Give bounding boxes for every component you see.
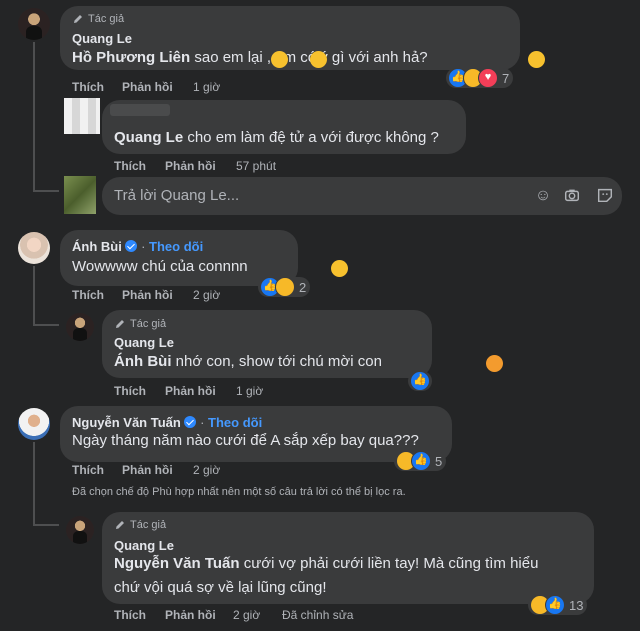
- timestamp[interactable]: 1 giờ: [193, 80, 220, 94]
- reply-text-line2: chứ vội quá sợ về lại lũng cũng!: [114, 579, 327, 596]
- grinning-emoji-icon: [527, 51, 545, 68]
- avatar[interactable]: [64, 98, 100, 134]
- follow-button[interactable]: Theo dõi: [149, 239, 203, 254]
- like-button[interactable]: Thích: [114, 608, 165, 622]
- like-reaction-icon: 👍: [411, 451, 431, 471]
- reply-button[interactable]: Phản hồi: [165, 159, 236, 173]
- heart-eyes-emoji-icon: [331, 260, 349, 277]
- follow-button[interactable]: Theo dõi: [208, 415, 262, 430]
- thread-line: [33, 42, 35, 192]
- avatar: [64, 176, 96, 214]
- thread-line: [33, 190, 59, 192]
- reply-actions: Thích Phản hồi 1 giờ: [114, 384, 263, 398]
- reaction-count: 2: [299, 279, 307, 295]
- reaction-summary[interactable]: 👍 13: [528, 595, 588, 615]
- pencil-icon: [116, 521, 124, 529]
- reply-button[interactable]: Phản hồi: [122, 463, 193, 477]
- pencil-icon: [116, 320, 124, 328]
- haha-reaction-icon: [275, 277, 295, 297]
- like-button[interactable]: Thích: [72, 80, 122, 94]
- reply-body-line1: cưới vợ phải cưới liền tay! Mà cũng tìm …: [239, 555, 539, 572]
- comment-author-line: Nguyễn Văn Tuấn · Theo dõi: [72, 415, 263, 430]
- like-reaction-icon: 👍: [545, 595, 565, 615]
- like-button[interactable]: Thích: [72, 463, 122, 477]
- reaction-summary[interactable]: 👍 5: [394, 451, 447, 471]
- reply-input-placeholder: Trả lời Quang Le...: [114, 187, 240, 204]
- avatar[interactable]: [18, 408, 50, 440]
- orange-heart-icon: [485, 355, 503, 372]
- verified-icon: [125, 240, 138, 252]
- author-badge: Tác giả: [114, 519, 166, 531]
- author-tag-label: Tác giả: [130, 318, 167, 330]
- reply-text: Nguyễn Văn Tuấn cưới vợ phải cưới liền t…: [114, 553, 538, 575]
- reply-button[interactable]: Phản hồi: [165, 384, 236, 398]
- avatar[interactable]: [18, 232, 50, 264]
- timestamp[interactable]: 2 giờ: [193, 463, 220, 477]
- comment-author[interactable]: Ánh Bùi: [72, 239, 122, 254]
- reply-button[interactable]: Phản hồi: [165, 608, 233, 622]
- like-button[interactable]: Thích: [114, 384, 165, 398]
- comment-author[interactable]: Quang Le: [72, 31, 132, 46]
- emoji-icon[interactable]: ☺: [533, 186, 553, 206]
- reply-button[interactable]: Phản hồi: [122, 288, 193, 302]
- reply-body: nhớ con, show tới chú mời con: [171, 353, 382, 370]
- mention-link[interactable]: Nguyễn Văn Tuấn: [114, 555, 240, 572]
- thread-line: [33, 266, 35, 326]
- filter-notice: Đã chọn chế độ Phù hợp nhất nên một số c…: [72, 486, 406, 498]
- like-button[interactable]: Thích: [114, 159, 165, 173]
- love-reaction-icon: ♥: [478, 68, 498, 88]
- reply-actions: Thích Phản hồi 57 phút: [114, 159, 276, 173]
- comment-text: Wowwww chú của connnn: [72, 256, 248, 278]
- avatar[interactable]: [66, 313, 94, 341]
- reply-body: cho em làm đệ tử a với được không ?: [187, 129, 439, 146]
- comment-body: Wowwww chú của connnn: [72, 258, 248, 275]
- comment-text: Hồ Phương Liên sao em lại , em có ý gì v…: [72, 47, 428, 69]
- comment-body: Ngày tháng năm nào cưới để A sắp xếp bay…: [72, 432, 419, 449]
- comment-author-line: Ánh Bùi · Theo dõi: [72, 239, 204, 254]
- sticker-icon[interactable]: [595, 186, 615, 206]
- thread-line: [33, 324, 59, 326]
- reaction-summary[interactable]: 👍 2: [258, 277, 311, 297]
- flushed-emoji-icon: [271, 51, 288, 68]
- mention-link[interactable]: Hồ Phương Liên: [72, 49, 190, 66]
- verified-icon: [184, 416, 197, 428]
- reply-actions: Thích Phản hồi 2 giờ Đã chỉnh sửa: [114, 608, 353, 622]
- thread-line: [33, 524, 59, 526]
- comment-author[interactable]: Nguyễn Văn Tuấn: [72, 415, 181, 430]
- author-tag-label: Tác giả: [130, 519, 167, 531]
- comment-actions: Thích Phản hồi 2 giờ: [72, 288, 220, 302]
- avatar[interactable]: [66, 516, 94, 544]
- author-badge: Tác giả: [72, 13, 124, 25]
- comment-actions: Thích Phản hồi 2 giờ: [72, 463, 220, 477]
- timestamp[interactable]: 2 giờ: [193, 288, 220, 302]
- comment-body: sao em lại , em có ý gì với anh hả?: [190, 49, 428, 66]
- reply-button[interactable]: Phản hồi: [122, 80, 193, 94]
- like-reaction-icon: 👍: [410, 371, 430, 391]
- comment-text: Ngày tháng năm nào cưới để A sắp xếp bay…: [72, 430, 419, 452]
- like-button[interactable]: Thích: [72, 288, 122, 302]
- reply-author[interactable]: Quang Le: [114, 538, 174, 553]
- reply-text: Quang Le cho em làm đệ tử a với được khô…: [114, 127, 439, 149]
- reply-author[interactable]: Quang Le: [114, 129, 183, 146]
- reply-author[interactable]: Quang Le: [114, 335, 174, 350]
- comment-actions: Thích Phản hồi 1 giờ: [72, 80, 220, 94]
- thread-line: [33, 442, 35, 526]
- author-tag-label: Tác giả: [88, 13, 125, 25]
- reaction-summary[interactable]: 👍: [408, 371, 432, 391]
- reaction-summary[interactable]: 👍 ♥ 7: [446, 68, 514, 88]
- timestamp[interactable]: 1 giờ: [236, 384, 263, 398]
- gif-icon[interactable]: [562, 186, 582, 206]
- blurred-name: [110, 104, 170, 116]
- edited-label[interactable]: Đã chỉnh sửa: [282, 608, 353, 622]
- timestamp[interactable]: 2 giờ: [233, 608, 282, 622]
- avatar[interactable]: [18, 8, 50, 40]
- author-badge: Tác giả: [114, 318, 166, 330]
- reaction-count: 5: [435, 453, 443, 469]
- reaction-count: 13: [569, 597, 584, 613]
- reply-text: Ánh Bùi nhớ con, show tới chú mời con: [114, 351, 382, 373]
- pencil-icon: [74, 15, 82, 23]
- reaction-count: 7: [502, 70, 510, 86]
- mention-link[interactable]: Ánh Bùi: [114, 353, 172, 370]
- timestamp[interactable]: 57 phút: [236, 159, 276, 173]
